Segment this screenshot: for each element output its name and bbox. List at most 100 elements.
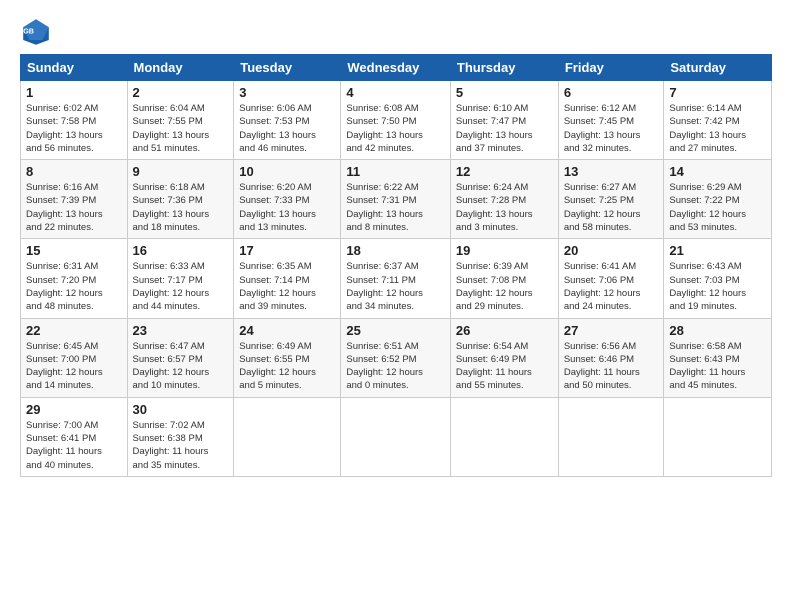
day-info: Sunrise: 6:24 AM Sunset: 7:28 PM Dayligh… — [456, 181, 553, 234]
day-info: Sunrise: 6:43 AM Sunset: 7:03 PM Dayligh… — [669, 260, 766, 313]
day-number: 6 — [564, 85, 659, 100]
svg-text:GB: GB — [23, 27, 34, 36]
day-info: Sunrise: 7:02 AM Sunset: 6:38 PM Dayligh… — [133, 419, 229, 472]
day-cell: 30 Sunrise: 7:02 AM Sunset: 6:38 PM Dayli… — [127, 397, 234, 476]
day-number: 25 — [346, 323, 445, 338]
col-header-tuesday: Tuesday — [234, 55, 341, 81]
day-info: Sunrise: 6:35 AM Sunset: 7:14 PM Dayligh… — [239, 260, 335, 313]
day-info: Sunrise: 6:10 AM Sunset: 7:47 PM Dayligh… — [456, 102, 553, 155]
day-number: 5 — [456, 85, 553, 100]
day-number: 23 — [133, 323, 229, 338]
day-info: Sunrise: 6:41 AM Sunset: 7:06 PM Dayligh… — [564, 260, 659, 313]
day-cell — [450, 397, 558, 476]
header: GB — [20, 16, 772, 48]
day-cell: 12 Sunrise: 6:24 AM Sunset: 7:28 PM Dayli… — [450, 160, 558, 239]
day-cell: 7 Sunrise: 6:14 AM Sunset: 7:42 PM Daylig… — [664, 81, 772, 160]
col-header-friday: Friday — [558, 55, 664, 81]
day-number: 11 — [346, 164, 445, 179]
day-info: Sunrise: 6:02 AM Sunset: 7:58 PM Dayligh… — [26, 102, 122, 155]
day-cell: 6 Sunrise: 6:12 AM Sunset: 7:45 PM Daylig… — [558, 81, 664, 160]
day-cell — [341, 397, 451, 476]
day-number: 21 — [669, 243, 766, 258]
day-info: Sunrise: 6:06 AM Sunset: 7:53 PM Dayligh… — [239, 102, 335, 155]
day-cell: 15 Sunrise: 6:31 AM Sunset: 7:20 PM Dayli… — [21, 239, 128, 318]
logo-icon: GB — [20, 16, 52, 48]
day-number: 7 — [669, 85, 766, 100]
day-cell: 19 Sunrise: 6:39 AM Sunset: 7:08 PM Dayli… — [450, 239, 558, 318]
day-cell: 4 Sunrise: 6:08 AM Sunset: 7:50 PM Daylig… — [341, 81, 451, 160]
day-info: Sunrise: 6:29 AM Sunset: 7:22 PM Dayligh… — [669, 181, 766, 234]
day-number: 4 — [346, 85, 445, 100]
day-cell: 9 Sunrise: 6:18 AM Sunset: 7:36 PM Daylig… — [127, 160, 234, 239]
day-cell: 20 Sunrise: 6:41 AM Sunset: 7:06 PM Dayli… — [558, 239, 664, 318]
day-cell: 28 Sunrise: 6:58 AM Sunset: 6:43 PM Dayli… — [664, 318, 772, 397]
day-cell: 13Sunrise: 6:27 AM Sunset: 7:25 PM Dayli… — [558, 160, 664, 239]
day-number: 27 — [564, 323, 659, 338]
day-cell: 29 Sunrise: 7:00 AM Sunset: 6:41 PM Dayli… — [21, 397, 128, 476]
day-number: 14 — [669, 164, 766, 179]
day-number: 2 — [133, 85, 229, 100]
day-info: Sunrise: 6:37 AM Sunset: 7:11 PM Dayligh… — [346, 260, 445, 313]
day-number: 20 — [564, 243, 659, 258]
day-number: 26 — [456, 323, 553, 338]
day-info: Sunrise: 6:54 AM Sunset: 6:49 PM Dayligh… — [456, 340, 553, 393]
day-cell — [234, 397, 341, 476]
day-number: 15 — [26, 243, 122, 258]
week-row-1: 1 Sunrise: 6:02 AM Sunset: 7:58 PM Daylig… — [21, 81, 772, 160]
page: GB SundayMondayTuesdayWednesdayThursdayF… — [0, 0, 792, 487]
day-info: Sunrise: 6:56 AM Sunset: 6:46 PM Dayligh… — [564, 340, 659, 393]
day-number: 28 — [669, 323, 766, 338]
week-row-5: 29 Sunrise: 7:00 AM Sunset: 6:41 PM Dayli… — [21, 397, 772, 476]
day-number: 1 — [26, 85, 122, 100]
day-number: 24 — [239, 323, 335, 338]
day-info: Sunrise: 6:39 AM Sunset: 7:08 PM Dayligh… — [456, 260, 553, 313]
day-cell: 24 Sunrise: 6:49 AM Sunset: 6:55 PM Dayli… — [234, 318, 341, 397]
day-number: 16 — [133, 243, 229, 258]
col-header-saturday: Saturday — [664, 55, 772, 81]
day-cell: 2 Sunrise: 6:04 AM Sunset: 7:55 PM Daylig… — [127, 81, 234, 160]
day-cell: 23 Sunrise: 6:47 AM Sunset: 6:57 PM Dayli… — [127, 318, 234, 397]
week-row-4: 22Sunrise: 6:45 AM Sunset: 7:00 PM Dayli… — [21, 318, 772, 397]
week-row-2: 8Sunrise: 6:16 AM Sunset: 7:39 PM Daylig… — [21, 160, 772, 239]
day-info: Sunrise: 6:45 AM Sunset: 7:00 PM Dayligh… — [26, 340, 122, 393]
day-cell: 27 Sunrise: 6:56 AM Sunset: 6:46 PM Dayli… — [558, 318, 664, 397]
day-number: 17 — [239, 243, 335, 258]
day-cell: 8Sunrise: 6:16 AM Sunset: 7:39 PM Daylig… — [21, 160, 128, 239]
day-cell — [664, 397, 772, 476]
day-number: 12 — [456, 164, 553, 179]
col-header-sunday: Sunday — [21, 55, 128, 81]
day-number: 30 — [133, 402, 229, 417]
calendar: SundayMondayTuesdayWednesdayThursdayFrid… — [20, 54, 772, 477]
day-cell — [558, 397, 664, 476]
day-number: 18 — [346, 243, 445, 258]
day-cell: 3 Sunrise: 6:06 AM Sunset: 7:53 PM Daylig… — [234, 81, 341, 160]
day-info: Sunrise: 6:16 AM Sunset: 7:39 PM Dayligh… — [26, 181, 122, 234]
day-cell: 18 Sunrise: 6:37 AM Sunset: 7:11 PM Dayli… — [341, 239, 451, 318]
day-number: 19 — [456, 243, 553, 258]
day-info: Sunrise: 6:18 AM Sunset: 7:36 PM Dayligh… — [133, 181, 229, 234]
day-info: Sunrise: 6:12 AM Sunset: 7:45 PM Dayligh… — [564, 102, 659, 155]
day-info: Sunrise: 6:04 AM Sunset: 7:55 PM Dayligh… — [133, 102, 229, 155]
day-info: Sunrise: 6:31 AM Sunset: 7:20 PM Dayligh… — [26, 260, 122, 313]
day-number: 3 — [239, 85, 335, 100]
day-number: 29 — [26, 402, 122, 417]
day-cell: 21 Sunrise: 6:43 AM Sunset: 7:03 PM Dayli… — [664, 239, 772, 318]
day-info: Sunrise: 6:47 AM Sunset: 6:57 PM Dayligh… — [133, 340, 229, 393]
day-info: Sunrise: 6:49 AM Sunset: 6:55 PM Dayligh… — [239, 340, 335, 393]
day-info: Sunrise: 6:08 AM Sunset: 7:50 PM Dayligh… — [346, 102, 445, 155]
day-info: Sunrise: 7:00 AM Sunset: 6:41 PM Dayligh… — [26, 419, 122, 472]
day-cell: 17 Sunrise: 6:35 AM Sunset: 7:14 PM Dayli… — [234, 239, 341, 318]
day-cell: 14 Sunrise: 6:29 AM Sunset: 7:22 PM Dayli… — [664, 160, 772, 239]
day-number: 9 — [133, 164, 229, 179]
day-info: Sunrise: 6:14 AM Sunset: 7:42 PM Dayligh… — [669, 102, 766, 155]
day-cell: 11Sunrise: 6:22 AM Sunset: 7:31 PM Dayli… — [341, 160, 451, 239]
header-row: SundayMondayTuesdayWednesdayThursdayFrid… — [21, 55, 772, 81]
col-header-wednesday: Wednesday — [341, 55, 451, 81]
logo: GB — [20, 16, 56, 48]
day-info: Sunrise: 6:58 AM Sunset: 6:43 PM Dayligh… — [669, 340, 766, 393]
day-cell: 26 Sunrise: 6:54 AM Sunset: 6:49 PM Dayli… — [450, 318, 558, 397]
day-info: Sunrise: 6:20 AM Sunset: 7:33 PM Dayligh… — [239, 181, 335, 234]
day-info: Sunrise: 6:33 AM Sunset: 7:17 PM Dayligh… — [133, 260, 229, 313]
day-cell: 5 Sunrise: 6:10 AM Sunset: 7:47 PM Daylig… — [450, 81, 558, 160]
day-cell: 10Sunrise: 6:20 AM Sunset: 7:33 PM Dayli… — [234, 160, 341, 239]
